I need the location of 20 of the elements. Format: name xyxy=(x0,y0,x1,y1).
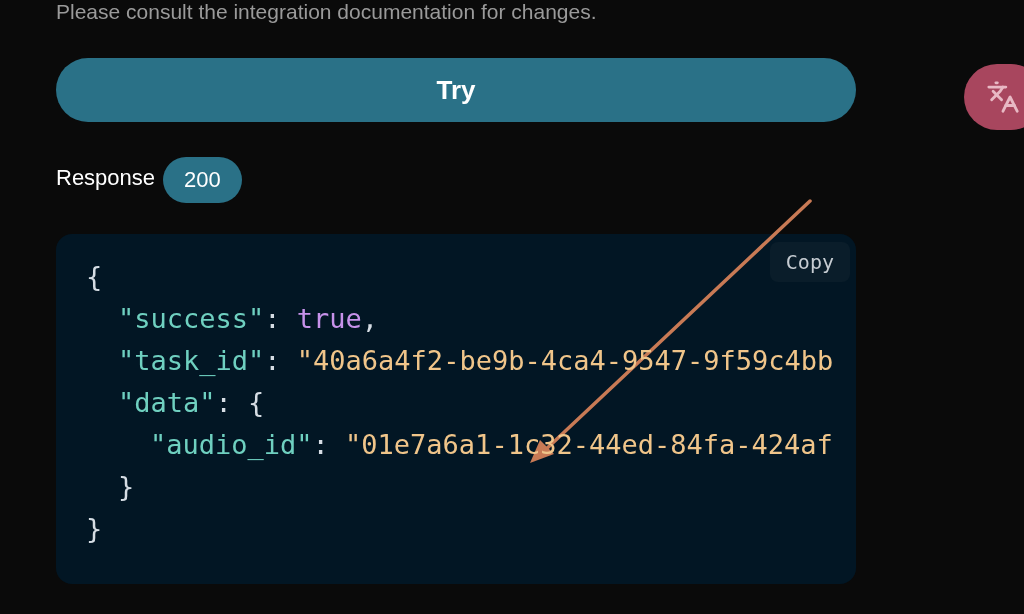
json-punctuation: : xyxy=(312,428,330,462)
json-punctuation: : { xyxy=(215,386,265,420)
json-punctuation: : xyxy=(264,344,282,378)
json-key: "data" xyxy=(118,382,216,424)
translate-button[interactable] xyxy=(964,64,1024,130)
json-punctuation: { xyxy=(86,260,103,294)
json-key: "task_id" xyxy=(118,340,265,382)
json-punctuation: } xyxy=(118,470,135,504)
json-key: "success" xyxy=(118,298,265,340)
notice-text: Please consult the integration documentation for changes. xyxy=(56,0,597,25)
json-punctuation: : xyxy=(264,302,282,336)
json-punctuation: , xyxy=(361,302,379,336)
status-code: 200 xyxy=(163,157,242,203)
json-boolean: true xyxy=(296,302,362,336)
copy-button[interactable]: Copy xyxy=(769,242,850,282)
translate-icon xyxy=(986,80,1020,114)
json-key: "audio_id" xyxy=(150,424,313,466)
response-label: Response xyxy=(56,165,156,191)
json-punctuation: } xyxy=(86,512,103,546)
try-button[interactable]: Try xyxy=(56,58,856,122)
